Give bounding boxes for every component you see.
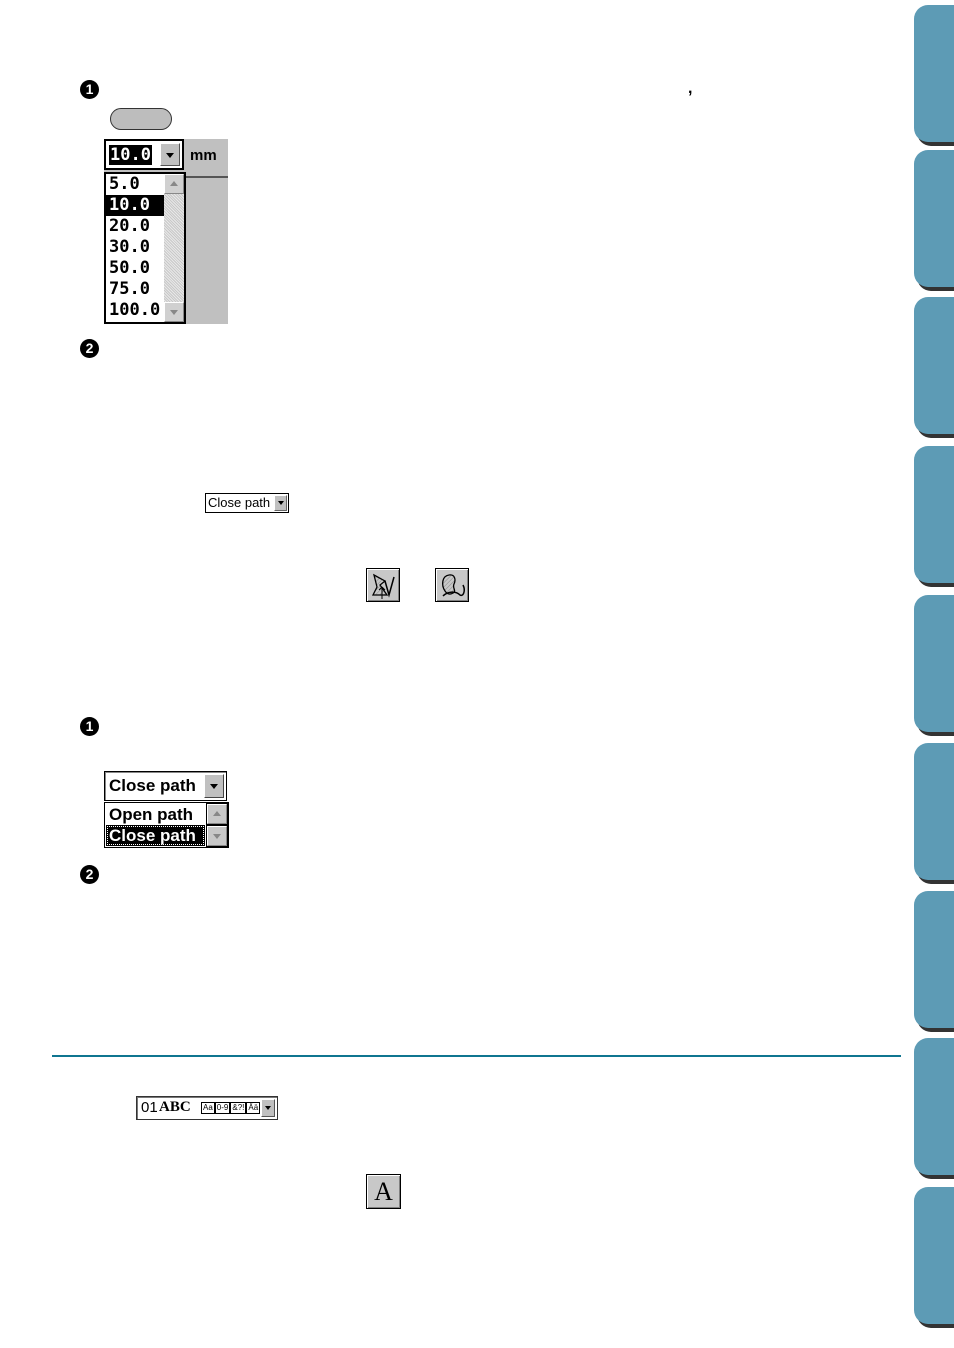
arrow-down-icon (170, 310, 178, 315)
side-tab-9[interactable] (914, 1187, 954, 1324)
char-set-accents: Ää (246, 1102, 261, 1114)
scrollbar[interactable] (164, 174, 184, 322)
list-item[interactable]: 75.0 (106, 279, 164, 300)
outline-tool-icon (371, 573, 395, 599)
path-type-combo-inline[interactable]: Close path (205, 493, 289, 513)
curve-tool-icon (442, 574, 465, 597)
side-tab-5[interactable] (914, 595, 954, 732)
grid-button[interactable] (110, 108, 172, 130)
scrollbar[interactable] (206, 803, 228, 847)
char-set-digits: 0-9 (214, 1102, 231, 1114)
side-tab-7[interactable] (914, 891, 954, 1028)
curve-tool-button[interactable] (435, 568, 469, 602)
punctuation-comma: , (688, 80, 693, 97)
scroll-down-button[interactable] (164, 302, 184, 322)
list-item[interactable]: 100.0 (106, 300, 164, 321)
step-2-marker: 2 (80, 339, 99, 358)
grid-size-panel: 10.0 mm 5.0 10.0 20.0 30.0 50.0 75.0 100… (104, 139, 228, 324)
outline-tool-button[interactable] (366, 568, 400, 602)
side-tab-8[interactable] (914, 1038, 954, 1175)
grid-size-value: 10.0 (109, 145, 152, 165)
side-tab-3[interactable] (914, 297, 954, 434)
path-type-value: Close path (208, 495, 271, 510)
arrow-down-icon (213, 834, 221, 839)
path-type-combo[interactable]: Close path (104, 771, 227, 801)
list-item-open-path[interactable]: Open path (106, 804, 205, 825)
scroll-down-button[interactable] (207, 826, 227, 846)
list-item[interactable]: 30.0 (106, 237, 164, 258)
grid-size-dropdown-button[interactable] (160, 143, 180, 166)
chevron-down-icon (277, 501, 284, 505)
scroll-up-button[interactable] (207, 804, 227, 824)
font-number: 01 (141, 1099, 158, 1116)
side-tab-4[interactable] (914, 446, 954, 583)
list-item[interactable]: 5.0 (106, 174, 164, 195)
grid-size-combo[interactable]: 10.0 (104, 139, 184, 170)
step-1-marker: 1 (80, 717, 99, 736)
path-type-list[interactable]: Open path Close path (104, 802, 229, 848)
side-tab-2[interactable] (914, 150, 954, 287)
section-divider (52, 1055, 901, 1057)
font-combo[interactable]: 01 ABC Aa 0-9 &?! Ää (136, 1096, 278, 1120)
step-2-marker: 2 (80, 865, 99, 884)
chevron-down-icon (265, 1106, 271, 1110)
font-char-sets: Aa 0-9 &?! Ää (201, 1102, 261, 1114)
list-item-close-path[interactable]: Close path (106, 825, 205, 846)
char-set-alpha: Aa (201, 1102, 215, 1114)
grid-size-unit: mm (190, 147, 217, 164)
text-tool-button[interactable]: A (366, 1174, 401, 1209)
list-item[interactable]: 50.0 (106, 258, 164, 279)
path-type-dropdown-button[interactable] (204, 774, 224, 798)
path-type-value: Close path (109, 776, 196, 795)
grid-size-list[interactable]: 5.0 10.0 20.0 30.0 50.0 75.0 100.0 (104, 172, 186, 324)
font-dropdown-button[interactable] (261, 1099, 275, 1117)
text-tool-icon: A (374, 1177, 393, 1206)
list-item[interactable]: 20.0 (106, 216, 164, 237)
arrow-up-icon (170, 181, 178, 186)
path-type-dropdown-button[interactable] (274, 495, 287, 511)
side-tab-6[interactable] (914, 743, 954, 880)
arrow-up-icon (213, 811, 221, 816)
char-set-symbols: &?! (230, 1102, 247, 1114)
list-item-selected[interactable]: 10.0 (106, 195, 164, 216)
step-1-marker: 1 (80, 80, 99, 99)
chevron-down-icon (166, 152, 174, 158)
scroll-up-button[interactable] (164, 174, 184, 194)
font-sample: ABC (159, 1099, 191, 1115)
chevron-down-icon (210, 784, 218, 789)
side-tab-1[interactable] (914, 5, 954, 142)
divider (186, 176, 228, 178)
